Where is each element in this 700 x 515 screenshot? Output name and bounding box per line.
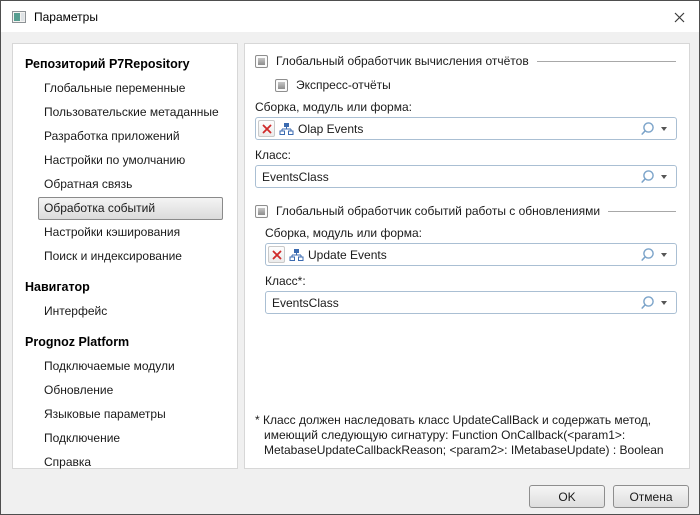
dropdown-arrow-icon[interactable]	[661, 252, 667, 257]
assembly-picker-update-events[interactable]: Update Events	[265, 243, 677, 266]
module-hierarchy-icon	[279, 122, 294, 136]
search-icon[interactable]	[639, 121, 655, 137]
checkbox-fill	[258, 57, 265, 65]
assembly-label-2: Сборка, модуль или форма:	[265, 226, 422, 240]
express-reports-checkbox[interactable]	[275, 78, 288, 92]
search-icon[interactable]	[639, 169, 655, 185]
checkbox-fill	[258, 207, 265, 215]
nav-item-update[interactable]: Обновление	[38, 379, 223, 402]
checkbox-fill	[278, 81, 285, 89]
close-x-icon	[673, 11, 686, 24]
window-title: Параметры	[34, 9, 98, 24]
nav-section-navigator: Навигатор	[25, 280, 90, 294]
event-processing-page: Глобальный обработчик вычисления отчётов…	[244, 43, 690, 469]
nav-item-interface[interactable]: Интерфейс	[38, 300, 223, 323]
nav-item-event-processing[interactable]: Обработка событий	[38, 197, 223, 220]
report-calc-checkbox[interactable]	[255, 54, 268, 68]
nav-item-plugin-modules[interactable]: Подключаемые модули	[38, 355, 223, 378]
nav-item-connection[interactable]: Подключение	[38, 427, 223, 450]
dropdown-arrow-icon[interactable]	[661, 174, 667, 179]
ok-button[interactable]: OK	[529, 485, 605, 508]
search-icon[interactable]	[639, 295, 655, 311]
settings-nav-panel: Репозиторий P7Repository Глобальные пере…	[12, 43, 238, 469]
group-report-calc-header: Глобальный обработчик вычисления отчётов	[255, 54, 677, 68]
nav-section-prognoz-platform: Prognoz Platform	[25, 335, 130, 349]
report-calc-label[interactable]: Глобальный обработчик вычисления отчётов	[276, 54, 529, 68]
update-events-checkbox[interactable]	[255, 204, 268, 218]
class-label-2: Класс*:	[265, 274, 306, 288]
clear-red-x-icon	[262, 124, 272, 134]
assembly-value-report-calc: Olap Events	[298, 121, 364, 136]
class-picker-report-calc[interactable]: EventsClass	[255, 165, 677, 188]
nav-item-user-metadata[interactable]: Пользовательские метаданные	[38, 101, 223, 124]
nav-item-help[interactable]: Справка	[38, 451, 223, 474]
clear-button[interactable]	[268, 246, 285, 263]
dropdown-arrow-icon[interactable]	[661, 126, 667, 131]
class-value-update-events: EventsClass	[272, 295, 339, 310]
nav-item-default-settings[interactable]: Настройки по умолчанию	[38, 149, 223, 172]
class-value-report-calc: EventsClass	[262, 169, 329, 184]
clear-red-x-icon	[272, 250, 282, 260]
settings-dialog: Параметры Репозиторий P7Repository Глоба…	[0, 0, 700, 515]
class-requirement-footnote: * Класс должен наследовать класс UpdateC…	[255, 413, 664, 457]
class-picker-update-events[interactable]: EventsClass	[265, 291, 677, 314]
group-update-events-header: Глобальный обработчик событий работы с о…	[255, 204, 677, 218]
nav-item-global-variables[interactable]: Глобальные переменные	[38, 77, 223, 100]
nav-item-feedback[interactable]: Обратная связь	[38, 173, 223, 196]
app-window-icon	[11, 9, 27, 25]
nav-section-repository: Репозиторий P7Repository	[25, 57, 190, 71]
update-events-label[interactable]: Глобальный обработчик событий работы с о…	[276, 204, 600, 218]
clear-button[interactable]	[258, 120, 275, 137]
module-hierarchy-icon	[289, 248, 304, 262]
separator-line	[608, 210, 676, 212]
dropdown-arrow-icon[interactable]	[661, 300, 667, 305]
assembly-value-update-events: Update Events	[308, 247, 387, 262]
express-reports-label[interactable]: Экспресс-отчёты	[296, 78, 391, 92]
close-button[interactable]	[672, 10, 686, 24]
separator-line	[536, 60, 676, 62]
cancel-button[interactable]: Отмена	[613, 485, 689, 508]
nav-item-app-development[interactable]: Разработка приложений	[38, 125, 223, 148]
assembly-picker-report-calc[interactable]: Olap Events	[255, 117, 677, 140]
nav-item-cache-settings[interactable]: Настройки кэширования	[38, 221, 223, 244]
class-label-1: Класс:	[255, 148, 291, 162]
search-icon[interactable]	[639, 247, 655, 263]
nav-item-language-settings[interactable]: Языковые параметры	[38, 403, 223, 426]
assembly-label-1: Сборка, модуль или форма:	[255, 100, 412, 114]
title-bar: Параметры	[1, 1, 699, 32]
nav-item-search-indexing[interactable]: Поиск и индексирование	[38, 245, 223, 268]
express-reports-row: Экспресс-отчёты	[275, 78, 677, 92]
